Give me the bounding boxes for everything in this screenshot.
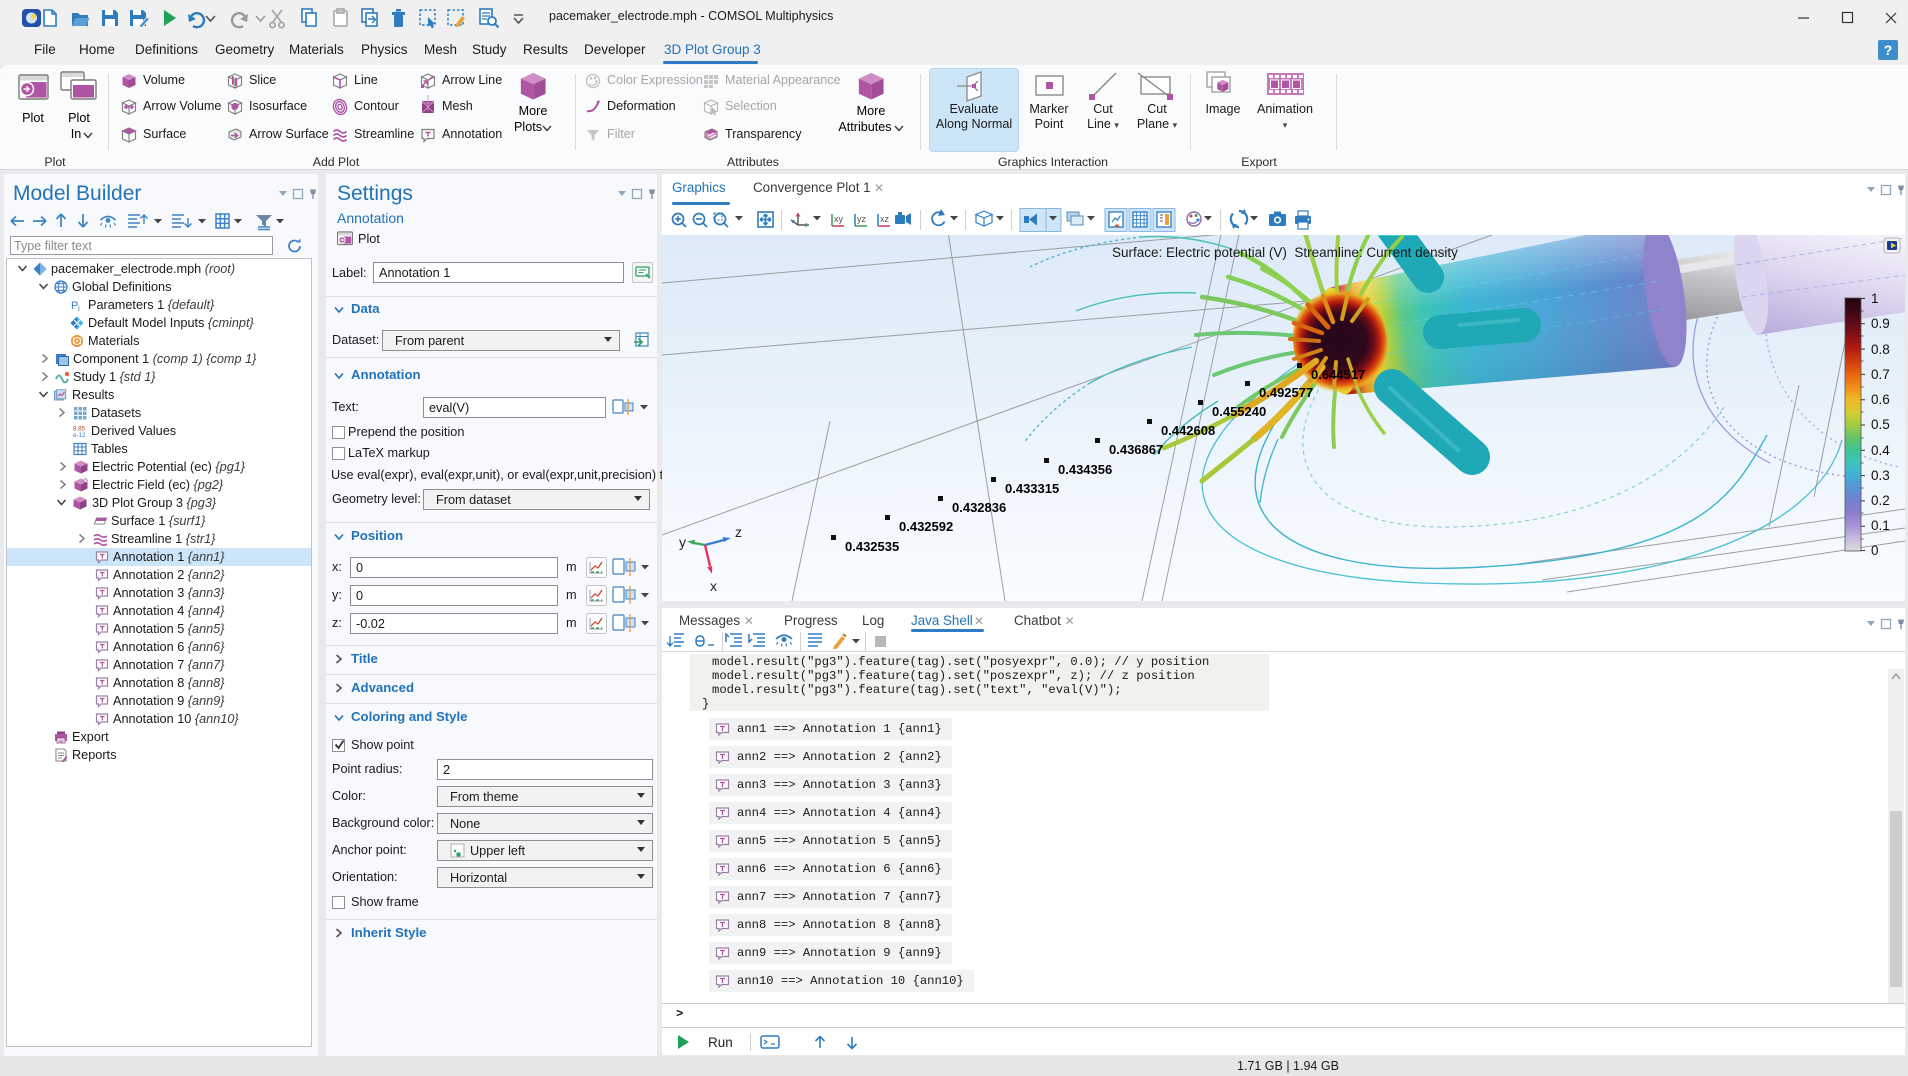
svg-text:0.433315: 0.433315	[1005, 481, 1059, 496]
svg-text:x: x	[710, 578, 717, 594]
svg-text:xz: xz	[880, 214, 890, 224]
svg-text:0: 0	[1871, 543, 1879, 558]
svg-text:Surface: Electric potential (V: Surface: Electric potential (V) Streamli…	[1112, 245, 1458, 260]
svg-text:0.442608: 0.442608	[1161, 423, 1215, 438]
svg-text:0.432535: 0.432535	[845, 539, 899, 554]
svg-text:0.1: 0.1	[1871, 518, 1890, 533]
svg-text:Attributes: Attributes	[838, 120, 891, 134]
svg-text:0.432592: 0.432592	[899, 519, 953, 534]
svg-text:Plots: Plots	[514, 120, 542, 134]
svg-text:z: z	[735, 524, 742, 540]
svg-text:0.3: 0.3	[1871, 468, 1890, 483]
svg-text:1: 1	[1871, 291, 1879, 306]
svg-text:xy: xy	[834, 214, 844, 224]
svg-text:0.5: 0.5	[1871, 417, 1890, 432]
svg-text:In: In	[71, 127, 82, 141]
svg-text:yz: yz	[857, 214, 867, 224]
svg-text:0.432836: 0.432836	[952, 500, 1006, 515]
svg-text:0.436867: 0.436867	[1109, 442, 1163, 457]
svg-text:0.455240: 0.455240	[1212, 404, 1266, 419]
svg-text:More: More	[519, 104, 548, 118]
svg-text:0.644517: 0.644517	[1311, 367, 1365, 382]
svg-text:Plot: Plot	[68, 111, 90, 125]
svg-text:0.8: 0.8	[1871, 342, 1890, 357]
svg-text:0.2: 0.2	[1871, 493, 1890, 508]
svg-text:More: More	[857, 104, 886, 118]
svg-text:y: y	[679, 534, 686, 550]
svg-text:0.7: 0.7	[1871, 367, 1890, 382]
svg-text:Plot: Plot	[22, 111, 44, 125]
svg-text:0.9: 0.9	[1871, 316, 1890, 331]
svg-text:0.6: 0.6	[1871, 392, 1890, 407]
svg-text:Run: Run	[708, 1035, 733, 1050]
svg-text:0.492577: 0.492577	[1259, 385, 1313, 400]
svg-text:0.4: 0.4	[1871, 443, 1890, 458]
svg-text:0.434356: 0.434356	[1058, 462, 1112, 477]
